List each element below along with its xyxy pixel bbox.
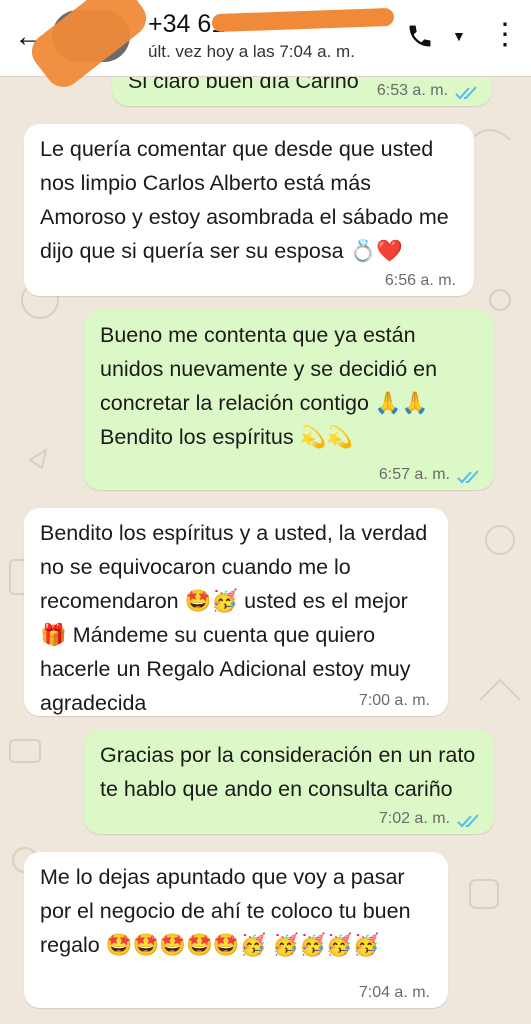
incoming-message[interactable]: Bendito los espíritus y a usted, la verd… [24,508,448,716]
outgoing-message[interactable]: Bueno me contenta que ya están unidos nu… [84,310,494,490]
read-receipt-icon [457,814,479,828]
message-text: Bueno me contenta que ya están unidos nu… [100,323,438,449]
outgoing-message[interactable]: Gracias por la consideración en un rato … [84,730,494,834]
message-time: 7:00 a. m. [358,692,430,709]
redaction-mark [211,7,395,33]
message-text: Le quería comentar que desde que usted n… [40,137,449,263]
message-time: 7:02 a. m. [378,810,450,827]
incoming-message[interactable]: Me lo dejas apuntado que voy a pasar por… [24,852,448,1008]
read-receipt-icon [457,470,479,484]
read-receipt-icon [455,86,477,100]
message-text: Bendito los espíritus y a usted, la verd… [40,521,428,715]
dropdown-caret-icon[interactable]: ▼ [452,28,466,44]
message-time: 6:53 a. m. [376,82,448,99]
message-text: Me lo dejas apuntado que voy a pasar por… [40,865,411,957]
last-seen: últ. vez hoy a las 7:04 a. m. [148,42,355,61]
message-text: Gracias por la consideración en un rato … [100,743,476,801]
message-time: 6:57 a. m. [378,466,450,483]
message-time: 7:04 a. m. [358,984,430,1001]
more-vertical-icon[interactable]: ⋮ [490,20,520,50]
message-time: 6:56 a. m. [384,272,456,289]
chat-header: ← +34 61 últ. vez hoy a las 7:04 a. m. ▼… [0,0,531,95]
incoming-message[interactable]: Le quería comentar que desde que usted n… [24,124,474,296]
phone-icon[interactable] [406,22,434,50]
